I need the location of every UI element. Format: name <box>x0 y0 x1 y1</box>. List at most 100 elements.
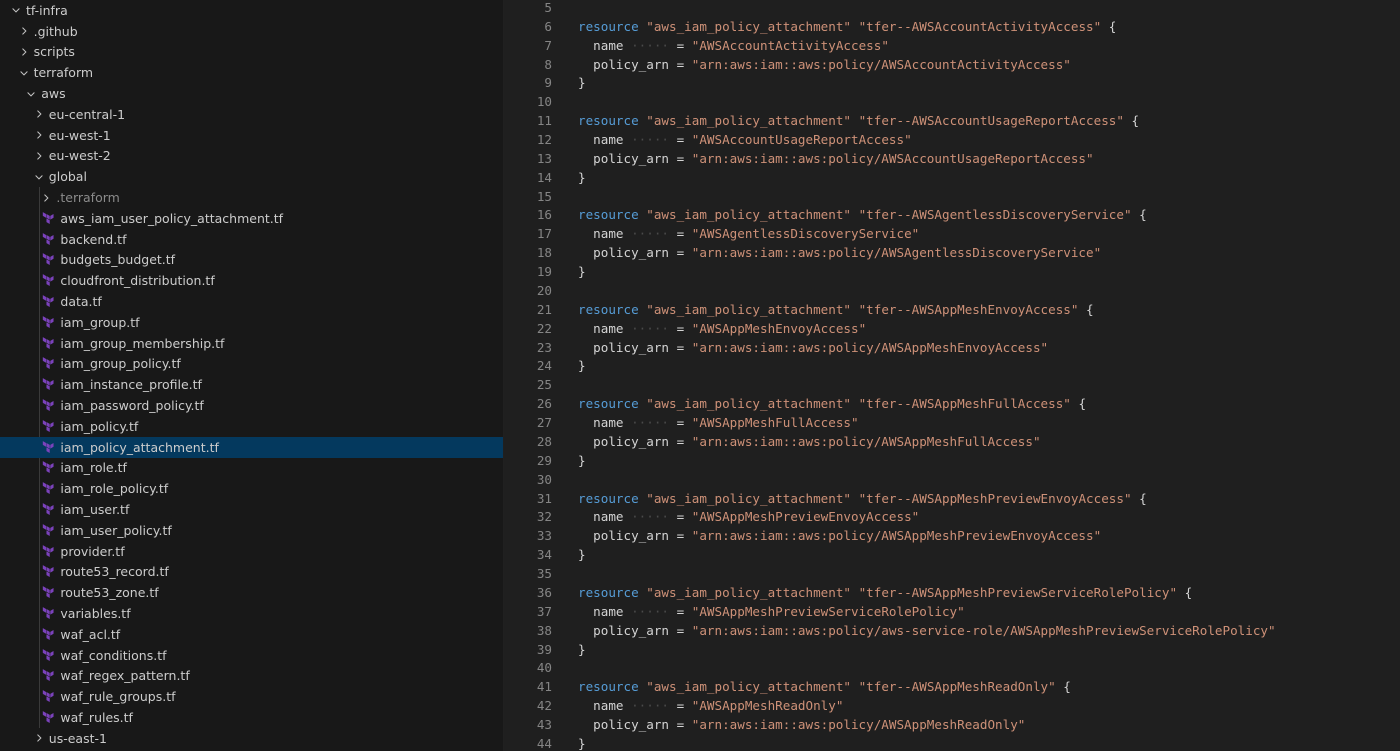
code-line[interactable]: 27 name ····· = "AWSAppMeshFullAccess" <box>504 413 1400 432</box>
file-item[interactable]: waf_regex_pattern.tf <box>0 666 503 687</box>
code-line[interactable]: 32 name ····· = "AWSAppMeshPreviewEnvoyA… <box>504 507 1400 526</box>
line-number: 40 <box>536 660 552 676</box>
chevron-right-icon[interactable] <box>39 191 53 205</box>
code-line[interactable]: 12 name ····· = "AWSAccountUsageReportAc… <box>504 130 1400 149</box>
file-item[interactable]: iam_policy_attachment.tf <box>0 436 503 458</box>
code-line[interactable]: 13 policy_arn = "arn:aws:iam::aws:policy… <box>504 149 1400 168</box>
code-line[interactable]: 18 policy_arn = "arn:aws:iam::aws:policy… <box>504 243 1400 262</box>
file-item[interactable]: iam_user.tf <box>0 499 503 520</box>
chevron-right-icon[interactable] <box>32 128 46 142</box>
file-item[interactable]: variables.tf <box>0 603 503 624</box>
code-line[interactable]: 21 resource "aws_iam_policy_attachment" "… <box>504 300 1400 319</box>
folder-item[interactable]: .terraform <box>0 187 503 208</box>
code-line[interactable]: 30 <box>504 470 1400 489</box>
code-editor[interactable]: 5 6 resource "aws_iam_policy_attachment" "… <box>504 0 1400 751</box>
chevron-down-icon[interactable] <box>9 3 23 17</box>
folder-item[interactable]: eu-central-1 <box>0 104 503 125</box>
folder-item[interactable]: scripts <box>0 42 503 63</box>
attribute-token: name <box>593 37 624 53</box>
file-item[interactable]: provider.tf <box>0 541 503 562</box>
folder-item[interactable]: tf-infra <box>0 0 503 21</box>
file-item[interactable]: aws_iam_user_policy_attachment.tf <box>0 208 503 229</box>
code-line[interactable]: 22 name ····· = "AWSAppMeshEnvoyAccess" <box>504 319 1400 338</box>
item-label: iam_user_policy.tf <box>60 522 172 538</box>
terraform-file-icon <box>41 523 55 537</box>
code-line[interactable]: 24} <box>504 357 1400 376</box>
file-item[interactable]: iam_user_policy.tf <box>0 520 503 541</box>
line-number: 20 <box>536 282 552 298</box>
folder-item[interactable]: aws <box>0 83 503 104</box>
code-line[interactable]: 16 resource "aws_iam_policy_attachment" "… <box>504 206 1400 225</box>
chevron-down-icon[interactable] <box>17 66 31 80</box>
folder-item[interactable]: terraform <box>0 62 503 83</box>
chevron-right-icon[interactable] <box>32 149 46 163</box>
file-item[interactable]: waf_conditions.tf <box>0 645 503 666</box>
file-item[interactable]: waf_rules.tf <box>0 707 503 728</box>
code-text: name ····· = "AWSAgentlessDiscoveryServi… <box>578 226 919 241</box>
code-line[interactable]: 25 <box>504 375 1400 394</box>
code-line[interactable]: 7 name ····· = "AWSAccountActivityAccess… <box>504 36 1400 55</box>
file-item[interactable]: route53_zone.tf <box>0 582 503 603</box>
code-line[interactable]: 23 policy_arn = "arn:aws:iam::aws:policy… <box>504 338 1400 357</box>
code-line[interactable]: 38 policy_arn = "arn:aws:iam::aws:policy… <box>504 621 1400 640</box>
code-line[interactable]: 35 <box>504 564 1400 583</box>
code-line[interactable]: 44} <box>504 734 1400 751</box>
punctuation-token <box>578 226 593 241</box>
code-line[interactable]: 20 <box>504 281 1400 300</box>
code-line[interactable]: 11 resource "aws_iam_policy_attachment" "… <box>504 111 1400 130</box>
file-item[interactable]: waf_acl.tf <box>0 624 503 645</box>
punctuation-token: = <box>669 433 692 449</box>
file-item[interactable]: iam_group.tf <box>0 312 503 333</box>
code-line[interactable]: 36 resource "aws_iam_policy_attachment" "… <box>504 583 1400 602</box>
folder-item[interactable]: eu-west-1 <box>0 125 503 146</box>
code-line[interactable]: 6 resource "aws_iam_policy_attachment" "t… <box>504 17 1400 36</box>
file-item[interactable]: iam_policy.tf <box>0 416 503 437</box>
chevron-down-icon[interactable] <box>32 170 46 184</box>
item-label: backend.tf <box>60 231 127 247</box>
code-line[interactable]: 42 name ····· = "AWSAppMeshReadOnly" <box>504 696 1400 715</box>
folder-item[interactable]: .github <box>0 21 503 42</box>
file-item[interactable]: route53_record.tf <box>0 562 503 583</box>
code-line[interactable]: 10 <box>504 92 1400 111</box>
folder-item[interactable]: eu-west-2 <box>0 146 503 167</box>
chevron-right-icon[interactable] <box>17 24 31 38</box>
code-line[interactable]: 33 policy_arn = "arn:aws:iam::aws:policy… <box>504 526 1400 545</box>
file-item[interactable]: backend.tf <box>0 229 503 250</box>
file-item[interactable]: iam_group_membership.tf <box>0 333 503 354</box>
file-item[interactable]: cloudfront_distribution.tf <box>0 270 503 291</box>
code-line[interactable]: 14} <box>504 168 1400 187</box>
code-line[interactable]: 43 policy_arn = "arn:aws:iam::aws:policy… <box>504 715 1400 734</box>
code-line[interactable]: 29} <box>504 451 1400 470</box>
code-line[interactable]: 5 <box>504 0 1400 17</box>
code-line[interactable]: 37 name ····· = "AWSAppMeshPreviewServic… <box>504 602 1400 621</box>
folder-item[interactable]: us-east-1 <box>0 728 503 749</box>
code-line[interactable]: 39} <box>504 640 1400 659</box>
file-explorer[interactable]: tf-infra .github scripts terraform aws eu-cen… <box>0 0 504 751</box>
code-line[interactable]: 28 policy_arn = "arn:aws:iam::aws:policy… <box>504 432 1400 451</box>
file-item[interactable]: iam_password_policy.tf <box>0 395 503 416</box>
code-line[interactable]: 17 name ····· = "AWSAgentlessDiscoverySe… <box>504 224 1400 243</box>
chevron-right-icon[interactable] <box>32 107 46 121</box>
code-line[interactable]: 9} <box>504 73 1400 92</box>
chevron-right-icon[interactable] <box>32 731 46 745</box>
chevron-down-icon[interactable] <box>24 87 38 101</box>
code-line[interactable]: 41 resource "aws_iam_policy_attachment" "… <box>504 677 1400 696</box>
code-line[interactable]: 19} <box>504 262 1400 281</box>
code-line[interactable]: 26 resource "aws_iam_policy_attachment" "… <box>504 394 1400 413</box>
file-item[interactable]: iam_role.tf <box>0 458 503 479</box>
code-line[interactable]: 31 resource "aws_iam_policy_attachment" "… <box>504 489 1400 508</box>
file-item[interactable]: iam_instance_profile.tf <box>0 374 503 395</box>
code-text: policy_arn = "arn:aws:iam::aws:policy/aw… <box>578 623 1275 638</box>
file-item[interactable]: iam_group_policy.tf <box>0 354 503 375</box>
punctuation-token <box>851 396 859 411</box>
file-item[interactable]: iam_role_policy.tf <box>0 478 503 499</box>
code-line[interactable]: 15 <box>504 187 1400 206</box>
code-line[interactable]: 40 <box>504 658 1400 677</box>
folder-item[interactable]: global <box>0 166 503 187</box>
file-item[interactable]: budgets_budget.tf <box>0 250 503 271</box>
file-item[interactable]: data.tf <box>0 291 503 312</box>
chevron-right-icon[interactable] <box>17 45 31 59</box>
code-line[interactable]: 8 policy_arn = "arn:aws:iam::aws:policy/… <box>504 55 1400 74</box>
file-item[interactable]: waf_rule_groups.tf <box>0 686 503 707</box>
code-line[interactable]: 34} <box>504 545 1400 564</box>
